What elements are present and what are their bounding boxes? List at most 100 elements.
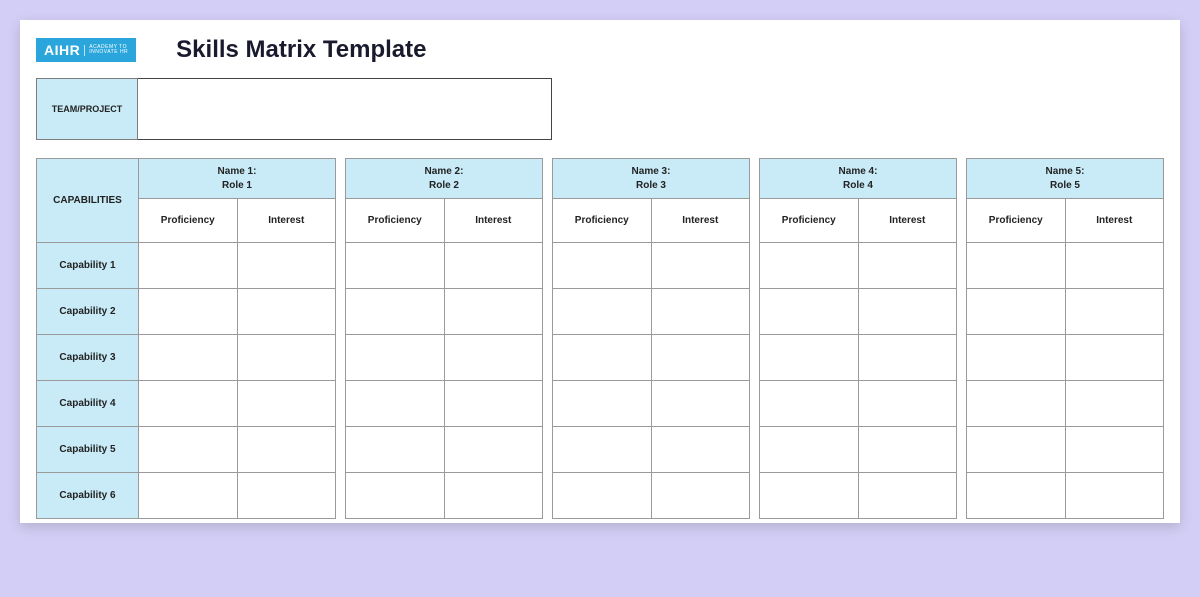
capability-label: Capability 6 (37, 473, 139, 519)
data-cell[interactable] (858, 427, 957, 473)
person-3-header: Name 3:Role 3 (553, 159, 750, 199)
data-cell[interactable] (444, 335, 543, 381)
data-cell[interactable] (346, 243, 445, 289)
data-cell[interactable] (444, 427, 543, 473)
data-cell[interactable] (139, 427, 238, 473)
data-cell[interactable] (1065, 335, 1164, 381)
data-cell[interactable] (237, 473, 336, 519)
person-2-header: Name 2:Role 2 (346, 159, 543, 199)
data-cell[interactable] (651, 243, 750, 289)
data-cell[interactable] (139, 381, 238, 427)
data-cell[interactable] (858, 473, 957, 519)
data-cell[interactable] (651, 381, 750, 427)
capability-label: Capability 3 (37, 335, 139, 381)
data-cell[interactable] (237, 427, 336, 473)
skills-matrix-table: CAPABILITIES Name 1:Role 1 Name 2:Role 2… (36, 158, 1164, 519)
data-cell[interactable] (553, 243, 652, 289)
data-cell[interactable] (346, 335, 445, 381)
data-cell[interactable] (651, 427, 750, 473)
data-cell[interactable] (858, 243, 957, 289)
data-cell[interactable] (1065, 427, 1164, 473)
interest-header-5: Interest (1065, 199, 1164, 243)
data-cell[interactable] (237, 335, 336, 381)
data-cell[interactable] (760, 289, 859, 335)
person-1-header: Name 1:Role 1 (139, 159, 336, 199)
table-row: Capability 1 (37, 243, 1164, 289)
logo-badge: AIHR ACADEMY TO INNOVATE HR (36, 38, 136, 62)
data-cell[interactable] (444, 243, 543, 289)
data-cell[interactable] (346, 381, 445, 427)
table-row: Capability 2 (37, 289, 1164, 335)
data-cell[interactable] (237, 243, 336, 289)
data-cell[interactable] (760, 243, 859, 289)
proficiency-header-5: Proficiency (967, 199, 1066, 243)
team-project-row: TEAM/PROJECT (36, 78, 1164, 140)
data-cell[interactable] (139, 473, 238, 519)
data-cell[interactable] (967, 243, 1066, 289)
proficiency-header-1: Proficiency (139, 199, 238, 243)
data-cell[interactable] (858, 289, 957, 335)
person-4-header: Name 4:Role 4 (760, 159, 957, 199)
logo-subtext: ACADEMY TO INNOVATE HR (84, 45, 128, 56)
data-cell[interactable] (553, 427, 652, 473)
data-cell[interactable] (1065, 381, 1164, 427)
data-cell[interactable] (760, 381, 859, 427)
data-cell[interactable] (967, 381, 1066, 427)
data-cell[interactable] (444, 473, 543, 519)
capability-label: Capability 1 (37, 243, 139, 289)
data-cell[interactable] (858, 381, 957, 427)
interest-header-1: Interest (237, 199, 336, 243)
data-cell[interactable] (858, 335, 957, 381)
data-cell[interactable] (346, 289, 445, 335)
table-row: Capability 5 (37, 427, 1164, 473)
table-row: Capability 3 (37, 335, 1164, 381)
team-project-input[interactable] (138, 78, 552, 140)
data-cell[interactable] (651, 289, 750, 335)
data-cell[interactable] (444, 381, 543, 427)
data-cell[interactable] (139, 335, 238, 381)
page-title: Skills Matrix Template (176, 36, 426, 64)
data-cell[interactable] (553, 335, 652, 381)
data-cell[interactable] (139, 289, 238, 335)
data-cell[interactable] (553, 289, 652, 335)
data-cell[interactable] (553, 381, 652, 427)
capability-label: Capability 4 (37, 381, 139, 427)
data-cell[interactable] (967, 289, 1066, 335)
proficiency-header-2: Proficiency (346, 199, 445, 243)
data-cell[interactable] (1065, 289, 1164, 335)
document-sheet: AIHR ACADEMY TO INNOVATE HR Skills Matri… (20, 20, 1180, 523)
capabilities-header: CAPABILITIES (37, 159, 139, 243)
table-row: Capability 4 (37, 381, 1164, 427)
data-cell[interactable] (760, 473, 859, 519)
data-cell[interactable] (237, 381, 336, 427)
data-cell[interactable] (237, 289, 336, 335)
data-cell[interactable] (346, 427, 445, 473)
data-cell[interactable] (139, 243, 238, 289)
interest-header-3: Interest (651, 199, 750, 243)
data-cell[interactable] (760, 427, 859, 473)
header: AIHR ACADEMY TO INNOVATE HR Skills Matri… (36, 36, 1164, 64)
data-cell[interactable] (760, 335, 859, 381)
team-project-label: TEAM/PROJECT (36, 78, 138, 140)
data-cell[interactable] (444, 289, 543, 335)
data-cell[interactable] (553, 473, 652, 519)
data-cell[interactable] (967, 427, 1066, 473)
interest-header-4: Interest (858, 199, 957, 243)
data-cell[interactable] (967, 473, 1066, 519)
name-row: CAPABILITIES Name 1:Role 1 Name 2:Role 2… (37, 159, 1164, 199)
capability-label: Capability 5 (37, 427, 139, 473)
data-cell[interactable] (651, 335, 750, 381)
table-row: Capability 6 (37, 473, 1164, 519)
data-cell[interactable] (967, 335, 1066, 381)
proficiency-header-4: Proficiency (760, 199, 859, 243)
data-cell[interactable] (651, 473, 750, 519)
logo-text: AIHR (44, 42, 80, 58)
proficiency-header-3: Proficiency (553, 199, 652, 243)
data-cell[interactable] (1065, 473, 1164, 519)
person-5-header: Name 5:Role 5 (967, 159, 1164, 199)
subheader-row: Proficiency Interest Proficiency Interes… (37, 199, 1164, 243)
capability-label: Capability 2 (37, 289, 139, 335)
data-cell[interactable] (346, 473, 445, 519)
data-cell[interactable] (1065, 243, 1164, 289)
interest-header-2: Interest (444, 199, 543, 243)
